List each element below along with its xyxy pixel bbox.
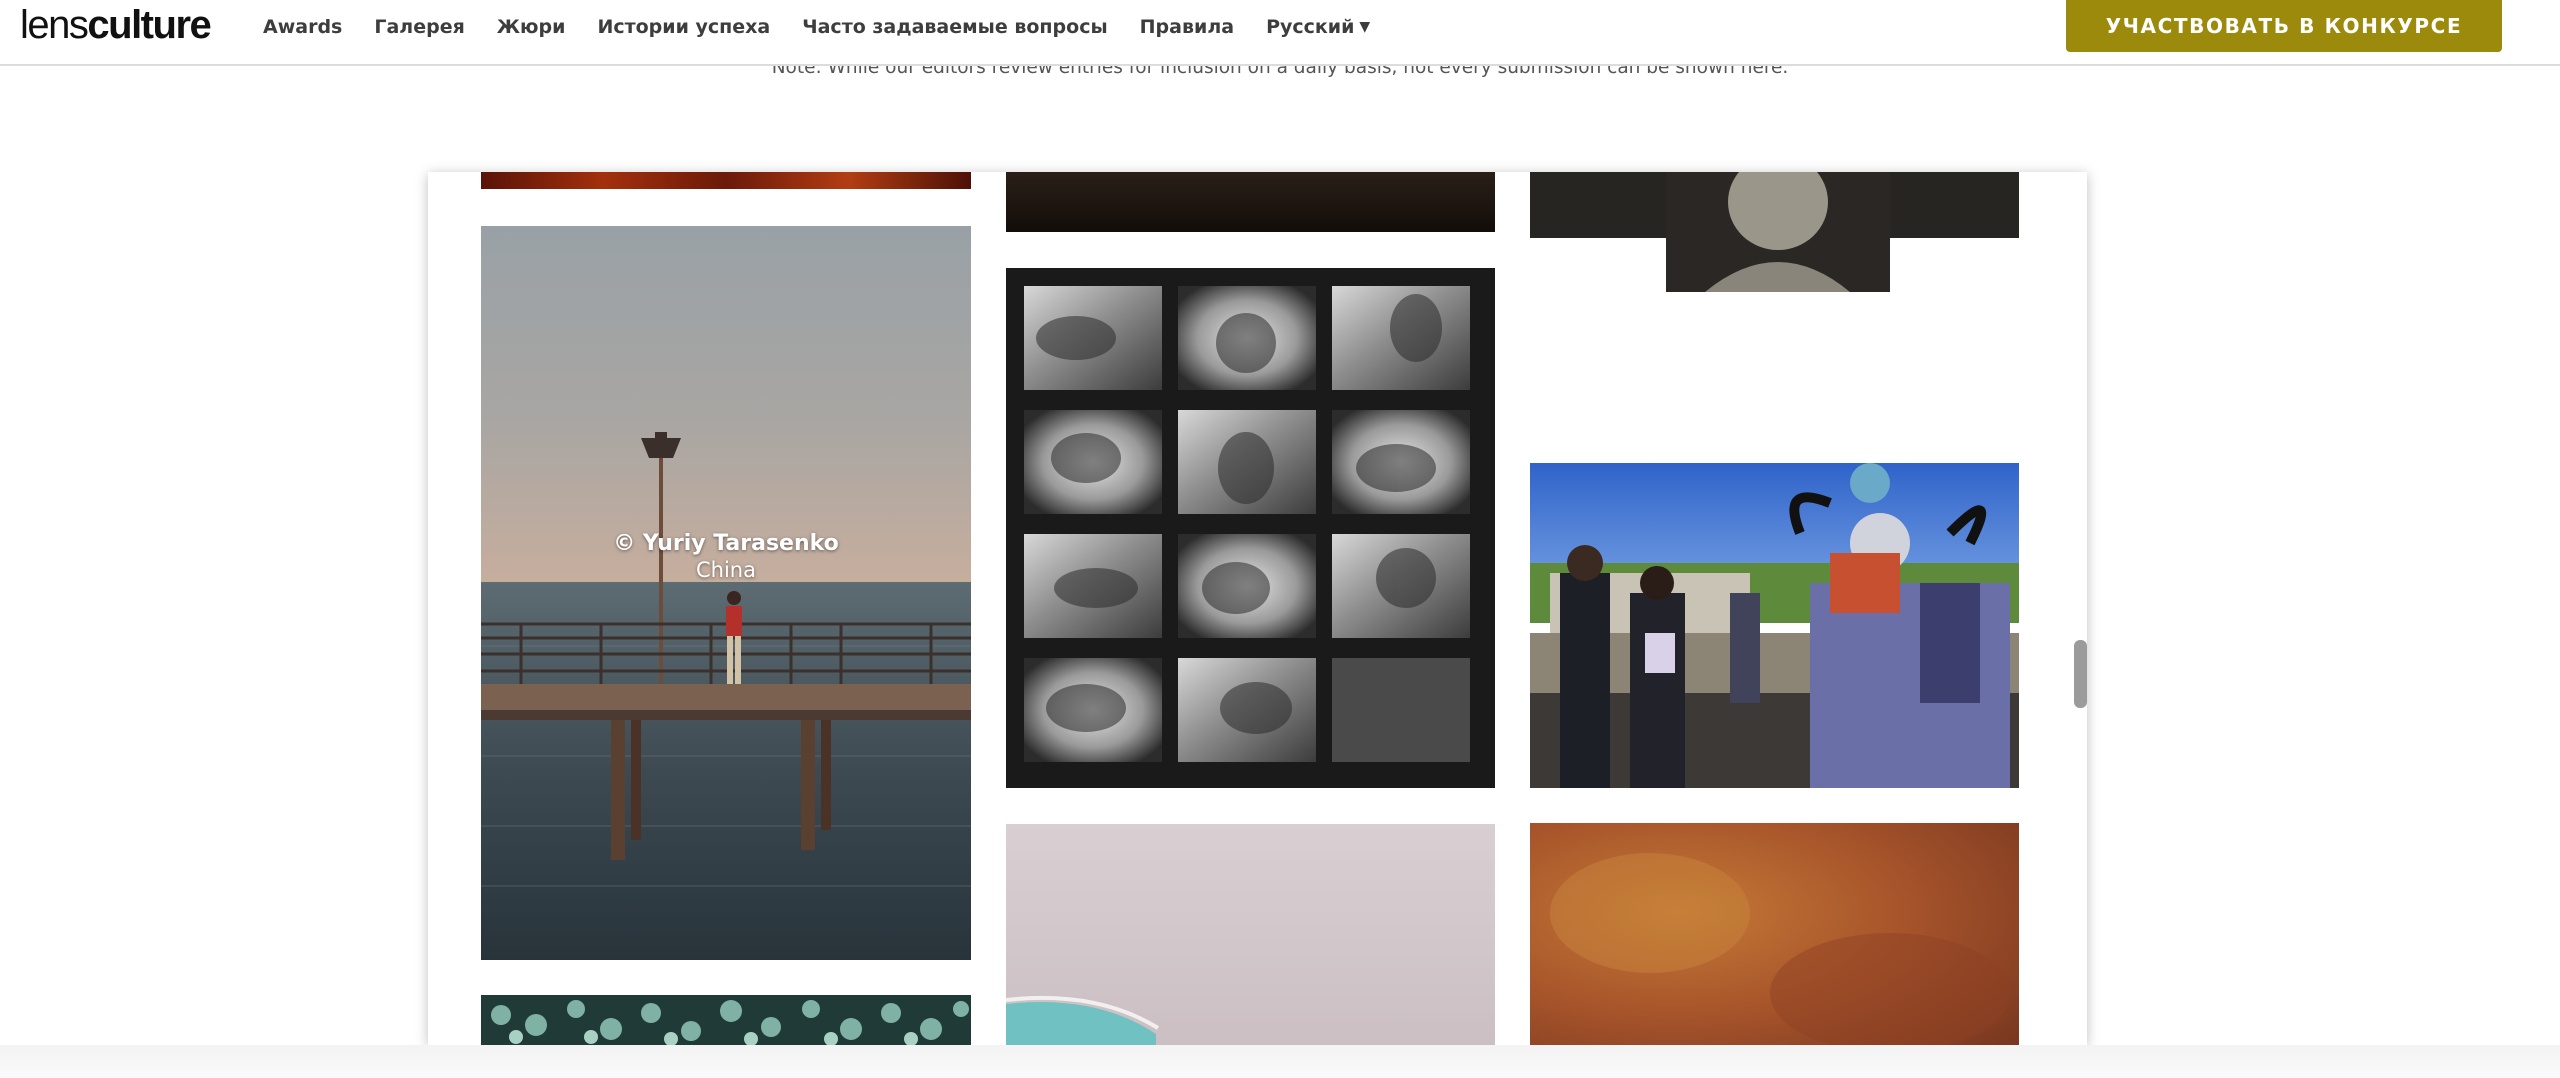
gallery-grid: © Yuriy Tarasenko China [428,172,2087,1045]
gallery-photo-pier-sunset[interactable]: © Yuriy Tarasenko China [481,226,971,960]
nav-rules[interactable]: Правила [1140,14,1234,40]
orange-smoke-image [1530,823,2019,1045]
caret-down-icon: ▼ [1359,19,1371,35]
gallery-photo-red-top[interactable] [481,172,971,189]
clover-photo-image [481,995,971,1045]
gallery-photo-clover[interactable] [481,995,971,1045]
language-label: Русский [1266,16,1355,38]
beach-photo-image [1006,824,1495,1045]
gallery-photo-orange-smoke[interactable] [1530,823,2019,1045]
photo-country: China [696,558,756,582]
gallery-photo-dark-top[interactable] [1006,172,1495,232]
pier-photo-image [481,226,971,960]
child-portrait-image [1530,172,2019,292]
logo-light-text: lens [20,3,89,47]
photographer-name: © Yuriy Tarasenko [613,531,839,556]
gallery-photo-portrait-child[interactable] [1530,172,2019,292]
top-navigation-bar: lensculture Awards Галерея Жюри Истории … [0,0,2560,66]
street-festival-image [1530,463,2019,788]
contact-sheet-image [1024,286,1470,762]
gallery-photo-beach[interactable] [1006,824,1495,1045]
logo-bold-text: culture [87,3,211,47]
nav-success-stories[interactable]: Истории успеха [597,14,770,40]
lensculture-logo[interactable]: lensculture [20,2,212,48]
gallery-photo-street-mask[interactable] [1530,463,2019,788]
gallery-scrollbar-thumb[interactable] [2074,640,2087,708]
language-dropdown[interactable]: Русский ▼ [1266,14,1370,40]
nav-jury[interactable]: Жюри [497,14,566,40]
photo-caption: © Yuriy Tarasenko China [481,531,971,582]
gallery-photo-contact-sheet[interactable] [1006,268,1495,788]
nav-awards[interactable]: Awards [263,14,342,40]
nav-faq[interactable]: Часто задаваемые вопросы [802,14,1107,40]
main-nav: Awards Галерея Жюри Истории успеха Часто… [263,14,1402,40]
page-bottom-area [0,1045,2560,1078]
nav-gallery[interactable]: Галерея [374,14,464,40]
enter-competition-button[interactable]: УЧАСТВОВАТЬ В КОНКУРСЕ [2066,0,2502,52]
